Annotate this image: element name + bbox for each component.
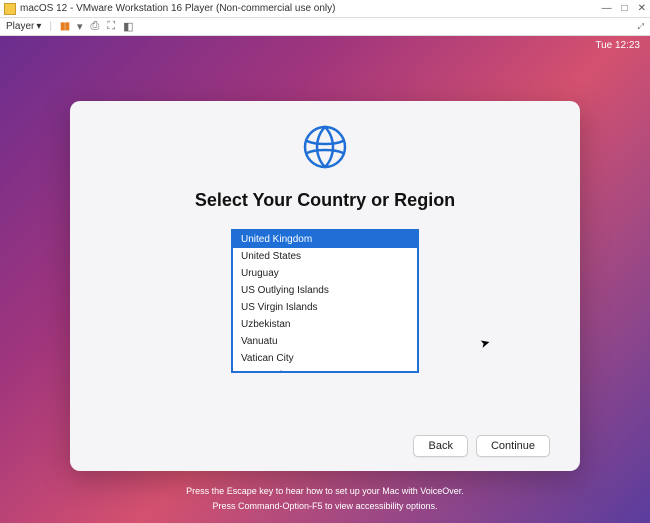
- country-list[interactable]: United KingdomUnited StatesUruguayUS Out…: [231, 229, 419, 373]
- continue-button[interactable]: Continue: [476, 435, 550, 457]
- minimize-button[interactable]: —: [602, 3, 612, 14]
- list-item[interactable]: US Outlying Islands: [233, 282, 417, 299]
- list-item[interactable]: United Kingdom: [233, 231, 417, 248]
- toolbar-separator: |: [49, 21, 52, 32]
- card-title: Select Your Country or Region: [195, 190, 455, 211]
- list-item[interactable]: Vatican City: [233, 350, 417, 367]
- list-item[interactable]: United States: [233, 248, 417, 265]
- send-ctrl-alt-del-icon[interactable]: ⎙: [91, 20, 100, 33]
- close-button[interactable]: ✕: [638, 3, 646, 14]
- accessibility-hints: Press the Escape key to hear how to set …: [0, 484, 650, 513]
- setup-card: Select Your Country or Region United Kin…: [70, 101, 580, 471]
- list-item[interactable]: Uzbekistan: [233, 316, 417, 333]
- globe-icon: [301, 123, 349, 176]
- hint-voiceover: Press the Escape key to hear how to set …: [0, 484, 650, 498]
- macos-menu-bar: Tue 12:23: [0, 36, 650, 54]
- expand-icon[interactable]: ⤢: [638, 22, 644, 32]
- hint-accessibility: Press Command-Option-F5 to view accessib…: [0, 499, 650, 513]
- vmware-title-bar: macOS 12 - VMware Workstation 16 Player …: [0, 0, 650, 18]
- player-menu-label: Player: [6, 21, 34, 32]
- dropdown-icon: ▾: [36, 21, 41, 32]
- list-item[interactable]: US Virgin Islands: [233, 299, 417, 316]
- fullscreen-icon[interactable]: ⛶: [107, 20, 115, 33]
- menu-bar-clock: Tue 12:23: [595, 40, 640, 51]
- back-button[interactable]: Back: [413, 435, 467, 457]
- maximize-button[interactable]: □: [622, 3, 628, 14]
- pause-icon[interactable]: ▮▮: [60, 21, 69, 32]
- dropdown-icon[interactable]: ▾: [77, 20, 83, 33]
- player-menu[interactable]: Player ▾: [6, 21, 41, 32]
- card-footer: Back Continue: [100, 435, 550, 457]
- window-controls: — □ ✕: [602, 3, 646, 14]
- list-item[interactable]: Venezuela: [233, 367, 417, 373]
- list-item[interactable]: Uruguay: [233, 265, 417, 282]
- list-item[interactable]: Vanuatu: [233, 333, 417, 350]
- vmware-app-icon: [4, 3, 16, 15]
- vmware-toolbar: Player ▾ | ▮▮ ▾ ⎙ ⛶ ◧ ⤢: [0, 18, 650, 36]
- vm-screen: Tue 12:23 Select Your Country or Region …: [0, 36, 650, 523]
- window-title: macOS 12 - VMware Workstation 16 Player …: [20, 3, 335, 14]
- unity-icon[interactable]: ◧: [123, 20, 133, 33]
